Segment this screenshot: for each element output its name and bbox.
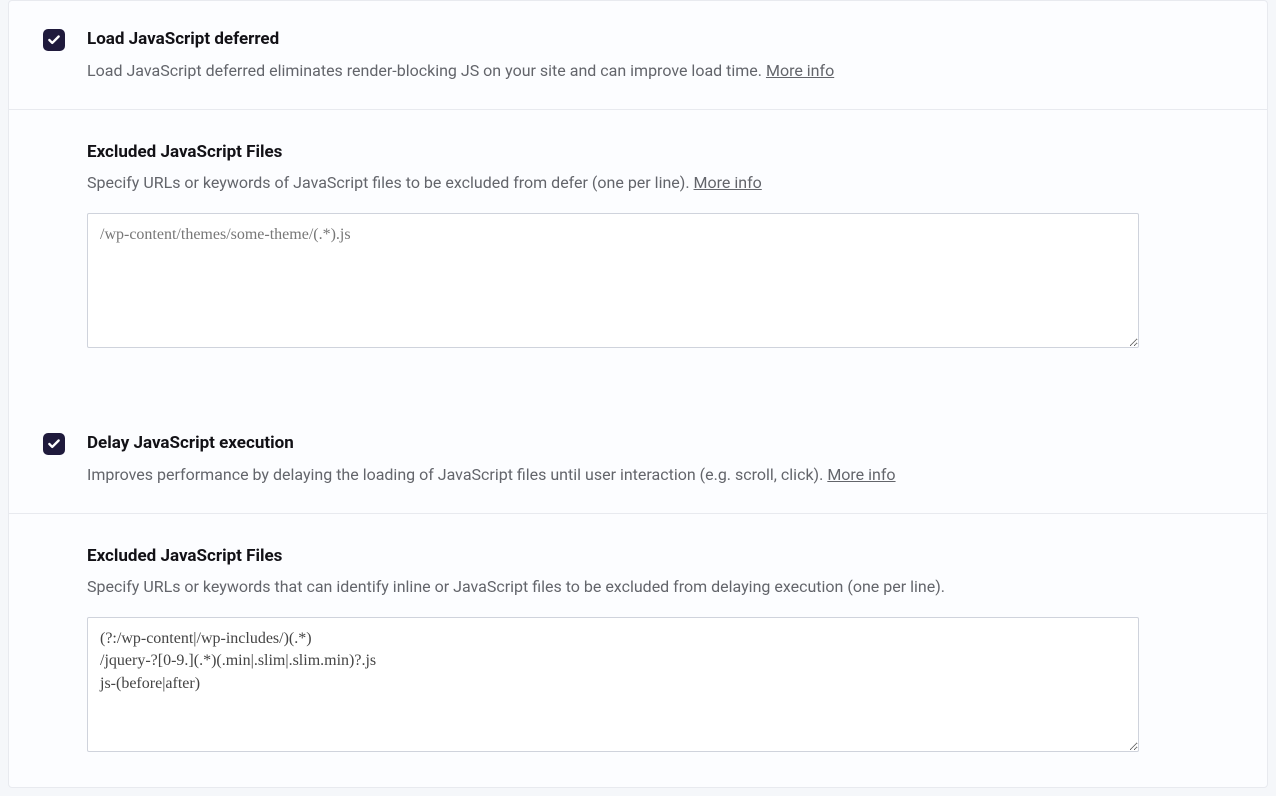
more-info-link[interactable]: More info: [766, 61, 834, 80]
subsection-title: Excluded JavaScript Files: [87, 544, 1233, 570]
subsection-title: Excluded JavaScript Files: [87, 140, 1233, 166]
excluded-js-textarea[interactable]: [87, 213, 1139, 348]
more-info-link[interactable]: More info: [827, 465, 895, 484]
checkbox-delay-execution[interactable]: [43, 433, 65, 455]
section-title: Delay JavaScript execution: [87, 431, 1233, 457]
more-info-link[interactable]: More info: [694, 173, 762, 192]
section-head: Delay JavaScript execution Improves perf…: [87, 431, 1233, 487]
excluded-js-textarea[interactable]: [87, 617, 1139, 752]
subsection-description: Specify URLs or keywords of JavaScript f…: [87, 171, 1233, 195]
section-header-row: Load JavaScript deferred Load JavaScript…: [9, 1, 1267, 110]
subsection-description: Specify URLs or keywords that can identi…: [87, 575, 1233, 599]
subsection-excluded-files: Excluded JavaScript Files Specify URLs o…: [9, 110, 1267, 356]
subsection-description-text: Specify URLs or keywords of JavaScript f…: [87, 173, 694, 192]
section-head: Load JavaScript deferred Load JavaScript…: [87, 27, 1233, 83]
section-description: Load JavaScript deferred eliminates rend…: [87, 59, 1233, 83]
check-icon: [47, 437, 61, 451]
checkbox-load-deferred[interactable]: [43, 29, 65, 51]
section-header-row: Delay JavaScript execution Improves perf…: [9, 405, 1267, 514]
section-title: Load JavaScript deferred: [87, 27, 1233, 53]
section-delay-execution: Delay JavaScript execution Improves perf…: [9, 405, 1267, 759]
section-description: Improves performance by delaying the loa…: [87, 463, 1233, 487]
subsection-description-text: Specify URLs or keywords that can identi…: [87, 577, 945, 596]
subsection-excluded-files: Excluded JavaScript Files Specify URLs o…: [9, 514, 1267, 760]
description-text: Load JavaScript deferred eliminates rend…: [87, 61, 766, 80]
description-text: Improves performance by delaying the loa…: [87, 465, 827, 484]
check-icon: [47, 33, 61, 47]
section-load-deferred: Load JavaScript deferred Load JavaScript…: [9, 1, 1267, 355]
settings-panel: Load JavaScript deferred Load JavaScript…: [8, 0, 1268, 788]
